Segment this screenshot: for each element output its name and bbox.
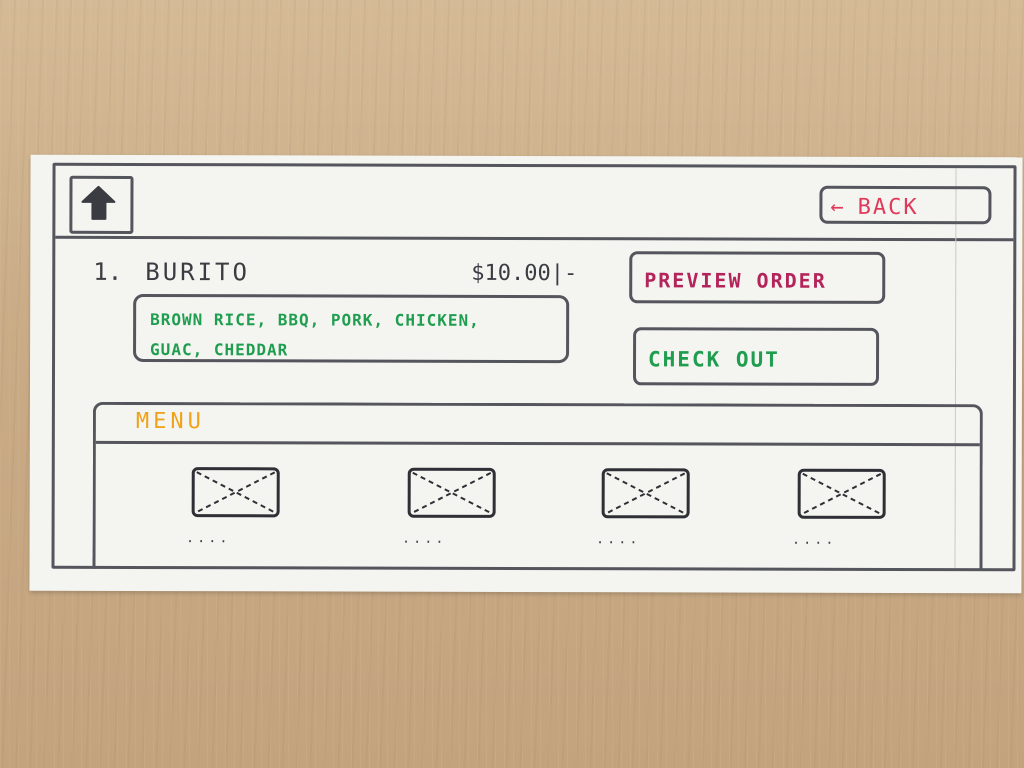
back-arrow-icon: ← (830, 194, 846, 220)
image-placeholder-icon (191, 467, 280, 518)
order-item-number: 1. (93, 257, 123, 286)
paper-sketch: ← BACK 1. BURITO $10.00|- BROWN RICE, BBQ… (29, 154, 1023, 594)
check-out-button[interactable]: CHECK OUT (632, 327, 880, 386)
ingredients-line: BROWN RICE, BBQ, PORK, CHICKEN, (150, 310, 480, 330)
menu-panel: MENU .... .... .... .... (92, 401, 983, 572)
menu-item[interactable]: .... (792, 465, 902, 555)
image-placeholder-icon (797, 468, 886, 519)
menu-item[interactable]: .... (186, 463, 296, 553)
menu-item[interactable]: .... (596, 464, 706, 554)
order-item-name: BURITO (145, 258, 251, 287)
header-divider (55, 235, 1014, 242)
menu-item-label: .... (187, 527, 232, 547)
back-label: BACK (857, 194, 919, 221)
menu-item-label: .... (793, 528, 838, 548)
image-placeholder-icon (601, 468, 690, 519)
ingredients-box[interactable]: BROWN RICE, BBQ, PORK, CHICKEN, GUAC, CH… (133, 293, 570, 364)
preview-order-button[interactable]: PREVIEW ORDER (629, 251, 886, 304)
image-placeholder-icon (407, 467, 496, 518)
menu-divider (95, 440, 980, 447)
menu-item[interactable]: .... (402, 464, 512, 554)
home-icon (81, 185, 116, 220)
menu-item-label: .... (403, 527, 448, 547)
menu-item-label: .... (597, 528, 642, 548)
ingredients-line: GUAC, CHEDDAR (150, 340, 289, 360)
home-button[interactable] (69, 175, 134, 234)
back-button[interactable]: ← BACK (819, 185, 992, 225)
order-item-price: $10.00|- (471, 260, 578, 287)
app-screen: ← BACK 1. BURITO $10.00|- BROWN RICE, BBQ… (51, 162, 1017, 572)
menu-title: MENU (135, 408, 205, 435)
